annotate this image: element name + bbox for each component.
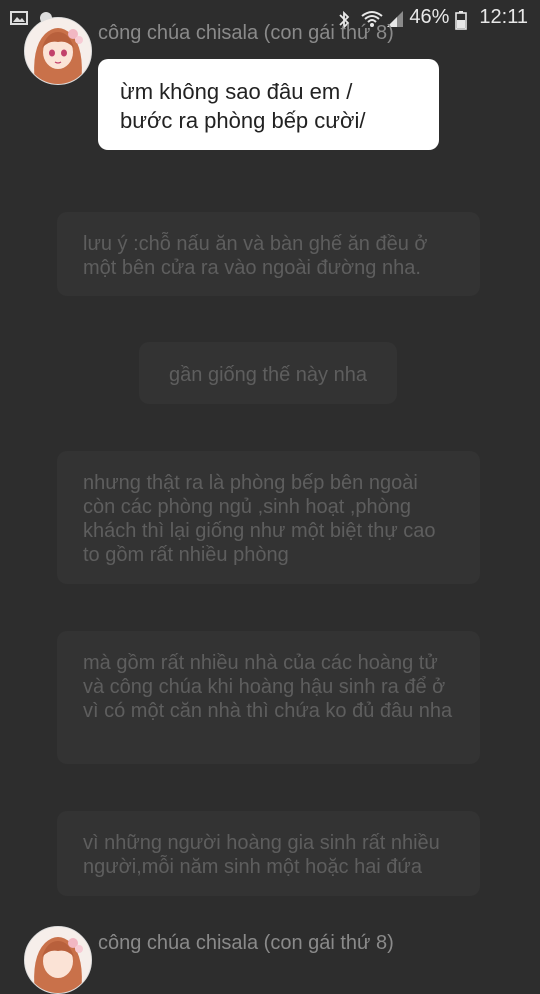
battery-percent: 46% <box>409 6 450 28</box>
message-text: nhưng thật ra là phòng bếp bên ngoài còn… <box>83 472 436 566</box>
message-bubble: lưu ý :chỗ nấu ăn và bàn ghế ăn đều ở mộ… <box>57 212 480 296</box>
message-text: gần giống thế này nha <box>169 364 367 386</box>
message-bubble: nhưng thật ra là phòng bếp bên ngoài còn… <box>57 451 480 584</box>
message-text: lưu ý :chỗ nấu ăn và bàn ghế ăn đều ở mộ… <box>83 233 428 279</box>
message-bubble: gần giống thế này nha <box>139 342 397 404</box>
message-text: vì những người hoàng gia sinh rất nhiều … <box>83 832 440 878</box>
message-text: mà gồm rất nhiều nhà của các hoàng tử và… <box>83 652 453 722</box>
image-icon <box>10 10 28 26</box>
battery-icon <box>455 10 473 30</box>
message-bubble: mà gồm rất nhiều nhà của các hoàng tử và… <box>57 631 480 764</box>
sender-name: công chúa chisala (con gái thứ 8) <box>98 932 394 954</box>
avatar[interactable] <box>24 17 92 85</box>
reply-bubble: ừm không sao đâu em / bước ra phòng bếp … <box>98 59 439 150</box>
clock: 12:11 <box>479 6 528 28</box>
message-bubble: vì những người hoàng gia sinh rất nhiều … <box>57 811 480 896</box>
sender-name: công chúa chisala (con gái thứ 8) <box>98 22 394 44</box>
reply-text: ừm không sao đâu em / bước ra phòng bếp … <box>120 79 366 133</box>
avatar[interactable] <box>24 926 92 994</box>
